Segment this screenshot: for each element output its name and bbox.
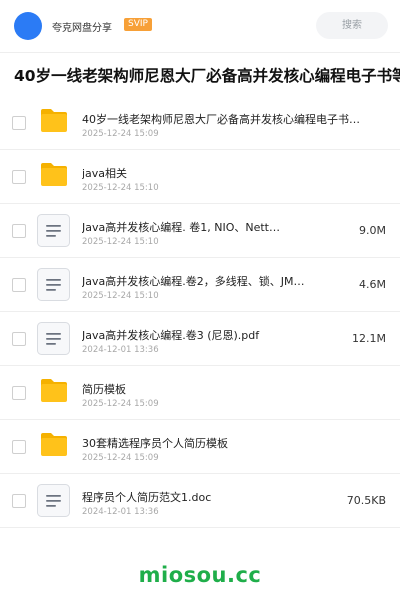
file-date: 2025-12-24 15:10	[82, 183, 159, 193]
row-checkbox[interactable]	[12, 170, 26, 184]
file-size: 9.0M	[359, 224, 386, 237]
file-date: 2025-12-24 15:09	[82, 129, 159, 139]
top-bar: 夸克网盘分享 SVIP 搜索	[0, 0, 400, 53]
watermark: miosou.cc	[138, 563, 262, 587]
row-checkbox[interactable]	[12, 440, 26, 454]
document-icon	[37, 484, 70, 517]
file-name[interactable]: java相关	[82, 165, 362, 181]
file-size: 4.6M	[359, 278, 386, 291]
file-date: 2025-12-24 15:10	[82, 237, 159, 247]
file-name[interactable]: 程序员个人简历范文1.doc	[82, 489, 307, 505]
row-checkbox[interactable]	[12, 332, 26, 346]
folder-icon	[40, 378, 68, 403]
folder-icon	[40, 108, 68, 133]
file-row[interactable]: Java高并发核心编程.卷3 (尼恩).pdf 2024-12-01 13:36 1…	[0, 312, 400, 366]
file-date: 2025-12-24 15:10	[82, 291, 159, 301]
file-date: 2024-12-01 13:36	[82, 507, 159, 517]
folder-icon	[40, 162, 68, 187]
file-list: 40岁一线老架构师尼恩大厂必备高并发核心编程电子书… 2025-12-24 15:…	[0, 96, 400, 528]
file-size: 70.5KB	[346, 494, 386, 507]
file-row[interactable]: Java高并发核心编程. 卷1, NIO、Nett… 2025-12-24 15:…	[0, 204, 400, 258]
file-date: 2025-12-24 15:09	[82, 453, 159, 463]
file-name[interactable]: 40岁一线老架构师尼恩大厂必备高并发核心编程电子书…	[82, 111, 362, 127]
row-checkbox[interactable]	[12, 224, 26, 238]
document-icon	[37, 214, 70, 247]
file-row[interactable]: 40岁一线老架构师尼恩大厂必备高并发核心编程电子书… 2025-12-24 15:…	[0, 96, 400, 150]
share-page: 夸克网盘分享 SVIP 搜索 40岁一线老架构师尼恩大厂必备高并发核心编程电子书…	[0, 0, 400, 600]
file-date: 2024-12-01 13:36	[82, 345, 159, 355]
search-button[interactable]: 搜索	[316, 12, 388, 39]
file-name[interactable]: Java高并发核心编程. 卷1, NIO、Nett…	[82, 219, 307, 235]
row-checkbox[interactable]	[12, 494, 26, 508]
file-row[interactable]: Java高并发核心编程.卷2，多线程、锁、JMM、… 2025-12-24 15:…	[0, 258, 400, 312]
file-row[interactable]: 30套精选程序员个人简历模板 2025-12-24 15:09	[0, 420, 400, 474]
file-date: 2025-12-24 15:09	[82, 399, 159, 409]
file-name[interactable]: 30套精选程序员个人简历模板	[82, 435, 362, 451]
avatar[interactable]	[14, 12, 42, 40]
row-checkbox[interactable]	[12, 386, 26, 400]
page-title: 40岁一线老架构师尼恩大厂必备高并发核心编程电子书等 资	[14, 67, 400, 85]
document-icon	[37, 268, 70, 301]
document-icon	[37, 322, 70, 355]
row-checkbox[interactable]	[12, 116, 26, 130]
file-name[interactable]: Java高并发核心编程.卷3 (尼恩).pdf	[82, 327, 307, 343]
file-name[interactable]: 简历模板	[82, 381, 362, 397]
svip-badge: SVIP	[124, 18, 152, 31]
app-name: 夸克网盘分享	[52, 23, 112, 34]
file-size: 12.1M	[352, 332, 386, 345]
folder-icon	[40, 432, 68, 457]
file-row[interactable]: 简历模板 2025-12-24 15:09	[0, 366, 400, 420]
file-name[interactable]: Java高并发核心编程.卷2，多线程、锁、JMM、…	[82, 273, 307, 289]
file-row[interactable]: java相关 2025-12-24 15:10	[0, 150, 400, 204]
row-checkbox[interactable]	[12, 278, 26, 292]
file-row[interactable]: 程序员个人简历范文1.doc 2024-12-01 13:36 70.5KB	[0, 474, 400, 528]
